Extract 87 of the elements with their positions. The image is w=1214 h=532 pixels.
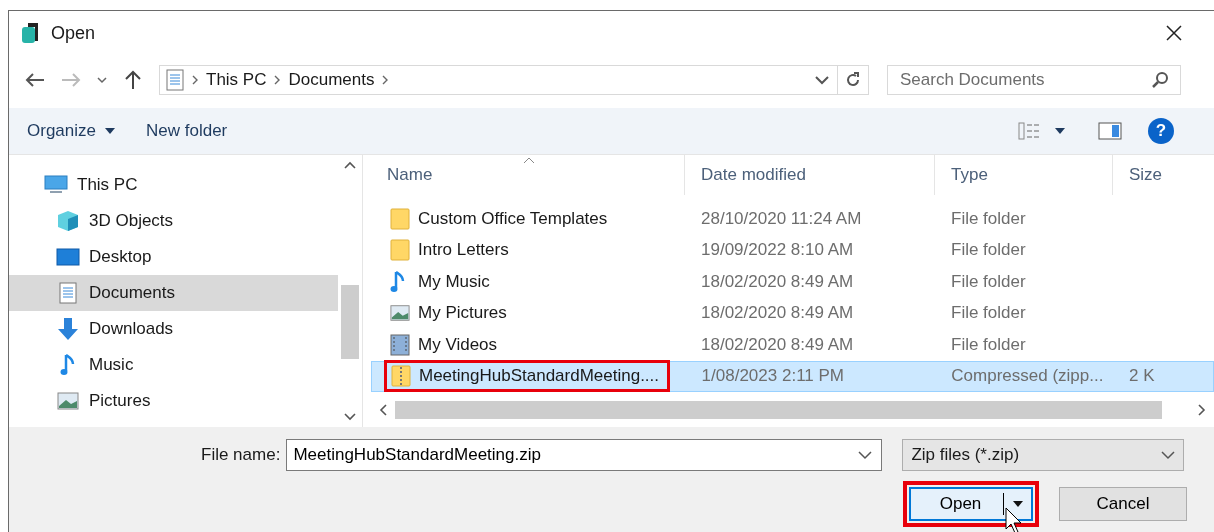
scroll-right-icon[interactable] [1198,404,1206,416]
music-note-icon [390,269,406,294]
file-name: My Music [418,271,490,292]
chevron-icon [192,75,198,85]
folder-icon [390,239,410,262]
file-row[interactable]: Custom Office Templates 28/10/2020 11:24 AM File folder [371,203,1214,235]
new-folder-button[interactable]: New folder [142,117,232,145]
dropdown-icon[interactable] [858,450,873,460]
forward-arrow-icon [61,72,81,88]
date-cell: 18/02/2020 8:49 AM [701,303,854,323]
file-name: Intro Letters [418,240,509,261]
download-icon [57,317,79,341]
scroll-thumb[interactable] [395,401,1162,419]
breadcrumb-item[interactable]: This PC [206,70,267,90]
chevron-icon [274,75,281,85]
type-cell: File folder [951,240,1026,260]
caret-icon [1012,500,1025,508]
caret-icon [1161,450,1176,460]
picture-icon [57,392,79,410]
search-field[interactable]: Search Documents [887,65,1181,95]
zip-folder-icon [391,365,411,388]
sidebar-item[interactable]: Documents [9,275,338,311]
refresh-icon [844,71,862,89]
folder-icon [390,207,410,230]
column-header[interactable]: Date modified [685,155,935,195]
dropdown-icon[interactable] [815,75,829,85]
sidebar-item[interactable]: Pictures [9,383,338,419]
cube-icon [57,210,79,232]
document-icon [166,69,184,91]
organize-menu[interactable]: Organize [23,117,120,145]
window-title: Open [51,22,96,44]
music-note-icon [60,353,76,377]
file-name-field[interactable]: MeetingHubStandardMeeting.zip [286,439,883,471]
help-button[interactable]: ? [1148,118,1174,144]
sidebar-item[interactable]: Downloads [9,311,338,347]
column-header[interactable]: Size [1113,155,1213,195]
open-button[interactable]: Open [909,487,1033,521]
computer-icon [44,175,68,195]
file-row[interactable]: My Music 18/02/2020 8:49 AM File folder [371,266,1214,298]
caret-icon [97,76,107,84]
file-type-dropdown[interactable]: Zip files (*.zip) [902,439,1185,471]
column-header[interactable]: Name [371,155,685,195]
search-icon [1151,71,1169,89]
details-view-icon [1018,122,1068,140]
column-header[interactable]: Type [935,155,1113,195]
file-name-label: File name: [201,445,281,465]
picture-icon [390,304,410,323]
date-cell: 18/02/2020 8:49 AM [701,271,854,291]
file-row[interactable]: Intro Letters 19/09/2022 8:10 AM File folder [371,234,1214,266]
scroll-up-icon[interactable] [344,161,356,169]
address-bar[interactable]: This PC Documents [159,65,869,95]
file-row[interactable]: My Videos 18/02/2020 8:49 AM File folder [371,329,1214,361]
type-cell: File folder [951,303,1026,323]
sidebar-item[interactable]: Music [9,347,338,383]
video-icon [390,333,410,356]
sidebar-item[interactable]: 3D Objects [9,203,338,239]
file-name: MeetingHubStandardMeeting.... [419,366,660,387]
app-icon [21,21,41,45]
file-name: My Pictures [418,303,507,324]
type-cell: File folder [951,334,1026,354]
file-row[interactable]: My Pictures 18/02/2020 8:49 AM File folder [371,297,1214,329]
preview-pane-icon [1098,122,1122,140]
date-cell: 28/10/2020 11:24 AM [701,208,862,228]
file-row[interactable]: MeetingHubStandardMeeting.... 1/08/2023 2:11 PM Compressed (zipp... 2 K [371,360,1214,392]
file-name: My Videos [418,334,498,355]
file-name: Custom Office Templates [418,208,608,229]
scroll-thumb[interactable] [341,285,359,359]
caret-icon [104,127,116,135]
up-arrow-icon [124,70,142,90]
cancel-button[interactable]: Cancel [1059,487,1187,521]
sidebar-item[interactable]: Desktop [9,239,338,275]
date-cell: 18/02/2020 8:49 AM [701,334,854,354]
date-cell: 19/09/2022 8:10 AM [701,240,854,260]
desktop-icon [56,248,80,266]
scroll-down-icon[interactable] [344,413,356,421]
chevron-icon[interactable] [382,75,389,85]
size-cell: 2 K [1129,366,1155,386]
type-cell: File folder [951,208,1026,228]
date-cell: 1/08/2023 2:11 PM [701,366,844,386]
scroll-left-icon[interactable] [379,404,387,416]
breadcrumb-item[interactable]: Documents [288,70,375,90]
back-arrow-icon [25,72,45,88]
mouse-pointer-icon [1005,507,1023,532]
document-icon [59,282,77,304]
sidebar-item[interactable]: This PC [9,167,338,203]
type-cell: Compressed (zipp... [951,366,1104,386]
type-cell: File folder [951,271,1026,291]
